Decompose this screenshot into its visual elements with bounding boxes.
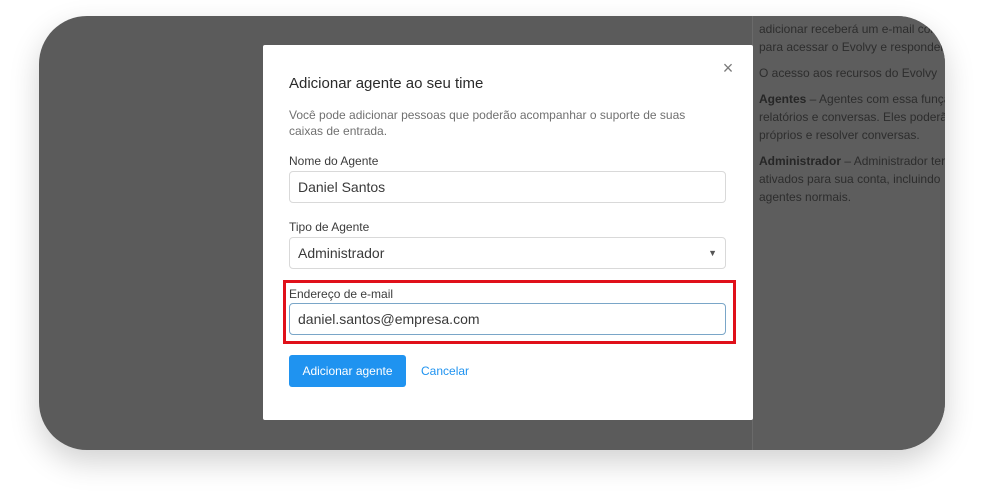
help-paragraph-1: adicionar receberá um e-mail com para ac…: [759, 22, 945, 54]
email-input[interactable]: daniel.santos@empresa.com: [289, 303, 726, 335]
agent-type-value: Administrador: [298, 245, 385, 261]
help-admin-term: Administrador: [759, 154, 842, 168]
email-label: Endereço de e-mail: [289, 287, 394, 301]
app-frame: adicionar receberá um e-mail com para ac…: [39, 16, 945, 450]
help-text: adicionar receberá um e-mail com para ac…: [759, 16, 945, 214]
close-icon[interactable]: ×: [719, 59, 737, 77]
chevron-down-icon: ▼: [708, 248, 717, 258]
help-agents-term: Agentes: [759, 92, 807, 106]
modal-description: Você pode adicionar pessoas que poderão …: [289, 108, 686, 138]
agent-name-value: Daniel Santos: [298, 179, 386, 195]
help-paragraph-2: O acesso aos recursos do Evolvy: [759, 66, 938, 80]
add-agent-modal: × Adicionar agente ao seu time Você pode…: [263, 45, 753, 420]
help-paragraph-4: Administrador – Administrador terá ativa…: [759, 152, 945, 206]
email-value: daniel.santos@empresa.com: [298, 311, 480, 327]
agent-name-input[interactable]: Daniel Santos: [289, 171, 726, 203]
modal-title: Adicionar agente ao seu time: [289, 75, 484, 92]
add-agent-button[interactable]: Adicionar agente: [289, 355, 406, 387]
agent-name-label: Nome do Agente: [289, 154, 379, 168]
help-paragraph-3: Agentes – Agentes com essa função relató…: [759, 90, 945, 144]
agent-type-label: Tipo de Agente: [289, 220, 370, 234]
cancel-button[interactable]: Cancelar: [421, 355, 469, 387]
agent-type-select[interactable]: Administrador ▼: [289, 237, 726, 269]
